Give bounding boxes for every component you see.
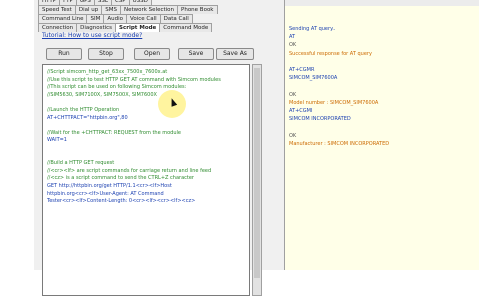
response-line: OK — [289, 91, 297, 98]
script-line: //Script simcom_http_get_63xx_7500x_7600… — [47, 69, 168, 75]
tutorial-link[interactable]: Tutorial: How to use script mode? — [42, 32, 142, 39]
tab-sms[interactable]: SMS — [101, 5, 121, 14]
tab-sim[interactable]: SIM — [86, 14, 105, 23]
response-line: AT+CGMI — [289, 108, 313, 114]
script-scrollbar[interactable] — [252, 64, 262, 296]
stop-button[interactable]: Stop — [88, 48, 124, 60]
tab-script-mode[interactable]: Script Mode — [115, 23, 161, 32]
response-line: Successful response for AT query — [289, 50, 372, 57]
script-editor[interactable]: //Script simcom_http_get_63xx_7500x_7600… — [42, 64, 250, 296]
script-panel: Tutorial: How to use script mode? Run St… — [38, 32, 262, 296]
response-line: Sending AT query.. — [289, 26, 336, 32]
response-line: Model number : SIMCOM_SIM7600A — [289, 99, 379, 106]
script-line: Tester<cr><lf>Content-Length: 0<cr><lf><… — [47, 198, 196, 205]
tab-row-2: Speed Test Dial up SMS Network Selection Pho… — [38, 5, 218, 14]
tab-dial-up[interactable]: Dial up — [74, 5, 103, 14]
tab-phone-book[interactable]: Phone Book — [177, 5, 218, 14]
tab-row-4: Connection Diagnostics Script Mode Command … — [38, 23, 213, 32]
scrollbar-thumb[interactable] — [254, 68, 260, 278]
response-line: SIMCOM_SIM7600A — [289, 75, 338, 82]
tab-command-mode[interactable]: Command Mode — [159, 23, 213, 32]
response-line: AT — [289, 34, 296, 41]
script-line: //Wait for the +CHTTPACT: REQUEST from t… — [47, 129, 181, 136]
response-line: AT+CGMR — [289, 67, 315, 73]
script-line: //SIM5630, SIM7100X, SIM7500X, SIM7600X — [47, 91, 157, 98]
response-log: Sending AT query.. AT OK Successful respons… — [284, 0, 479, 270]
script-line: WAIT=1 — [47, 137, 67, 144]
app-window: HTTP FTP GPS SSL CSP USSD Speed Test Dial up SM… — [34, 0, 479, 296]
script-line: //<cz> is a script command to send the C… — [47, 175, 194, 182]
tab-speed-test[interactable]: Speed Test — [38, 5, 76, 14]
script-line: AT+CHTTPACT="httpbin.org",80 — [47, 114, 128, 121]
run-button[interactable]: Run — [46, 48, 82, 60]
tab-connection[interactable]: Connection — [38, 23, 78, 32]
response-line: OK — [289, 42, 297, 49]
script-line: //This script can be used on following S… — [47, 84, 187, 91]
script-line: //Launch the HTTP Operation — [47, 107, 120, 113]
save-button[interactable]: Save — [178, 48, 214, 60]
open-button[interactable]: Open — [134, 48, 170, 60]
tab-audio[interactable]: Audio — [103, 14, 127, 23]
tab-row-3: Command Line SIM Audio Voice Call Data Call — [38, 14, 193, 23]
tab-network-selection[interactable]: Network Selection — [119, 5, 179, 14]
script-line: httpbin.org<cr><lf>User-Agent: AT Comman… — [47, 190, 164, 197]
save-as-button[interactable]: Save As — [216, 48, 254, 60]
log-header-bar — [285, 0, 479, 6]
script-line: GET http://httpbin.org/get HTTP/1.1<cr><… — [47, 183, 172, 189]
script-line: //Build a HTTP GET request — [47, 160, 115, 167]
script-line: //Use this script to test HTTP GET AT co… — [47, 76, 221, 83]
response-line: Manufacturer : SIMCOM INCORPORATED — [289, 140, 390, 147]
response-line: SIMCOM INCORPORATED — [289, 116, 351, 123]
response-line: OK — [289, 132, 297, 139]
tab-command-line[interactable]: Command Line — [38, 14, 88, 23]
tab-voice-call[interactable]: Voice Call — [125, 14, 161, 23]
script-line: //<cr><lf> are script commands for carri… — [47, 167, 212, 174]
tab-data-call[interactable]: Data Call — [159, 14, 193, 23]
tab-diagnostics[interactable]: Diagnostics — [76, 23, 117, 32]
